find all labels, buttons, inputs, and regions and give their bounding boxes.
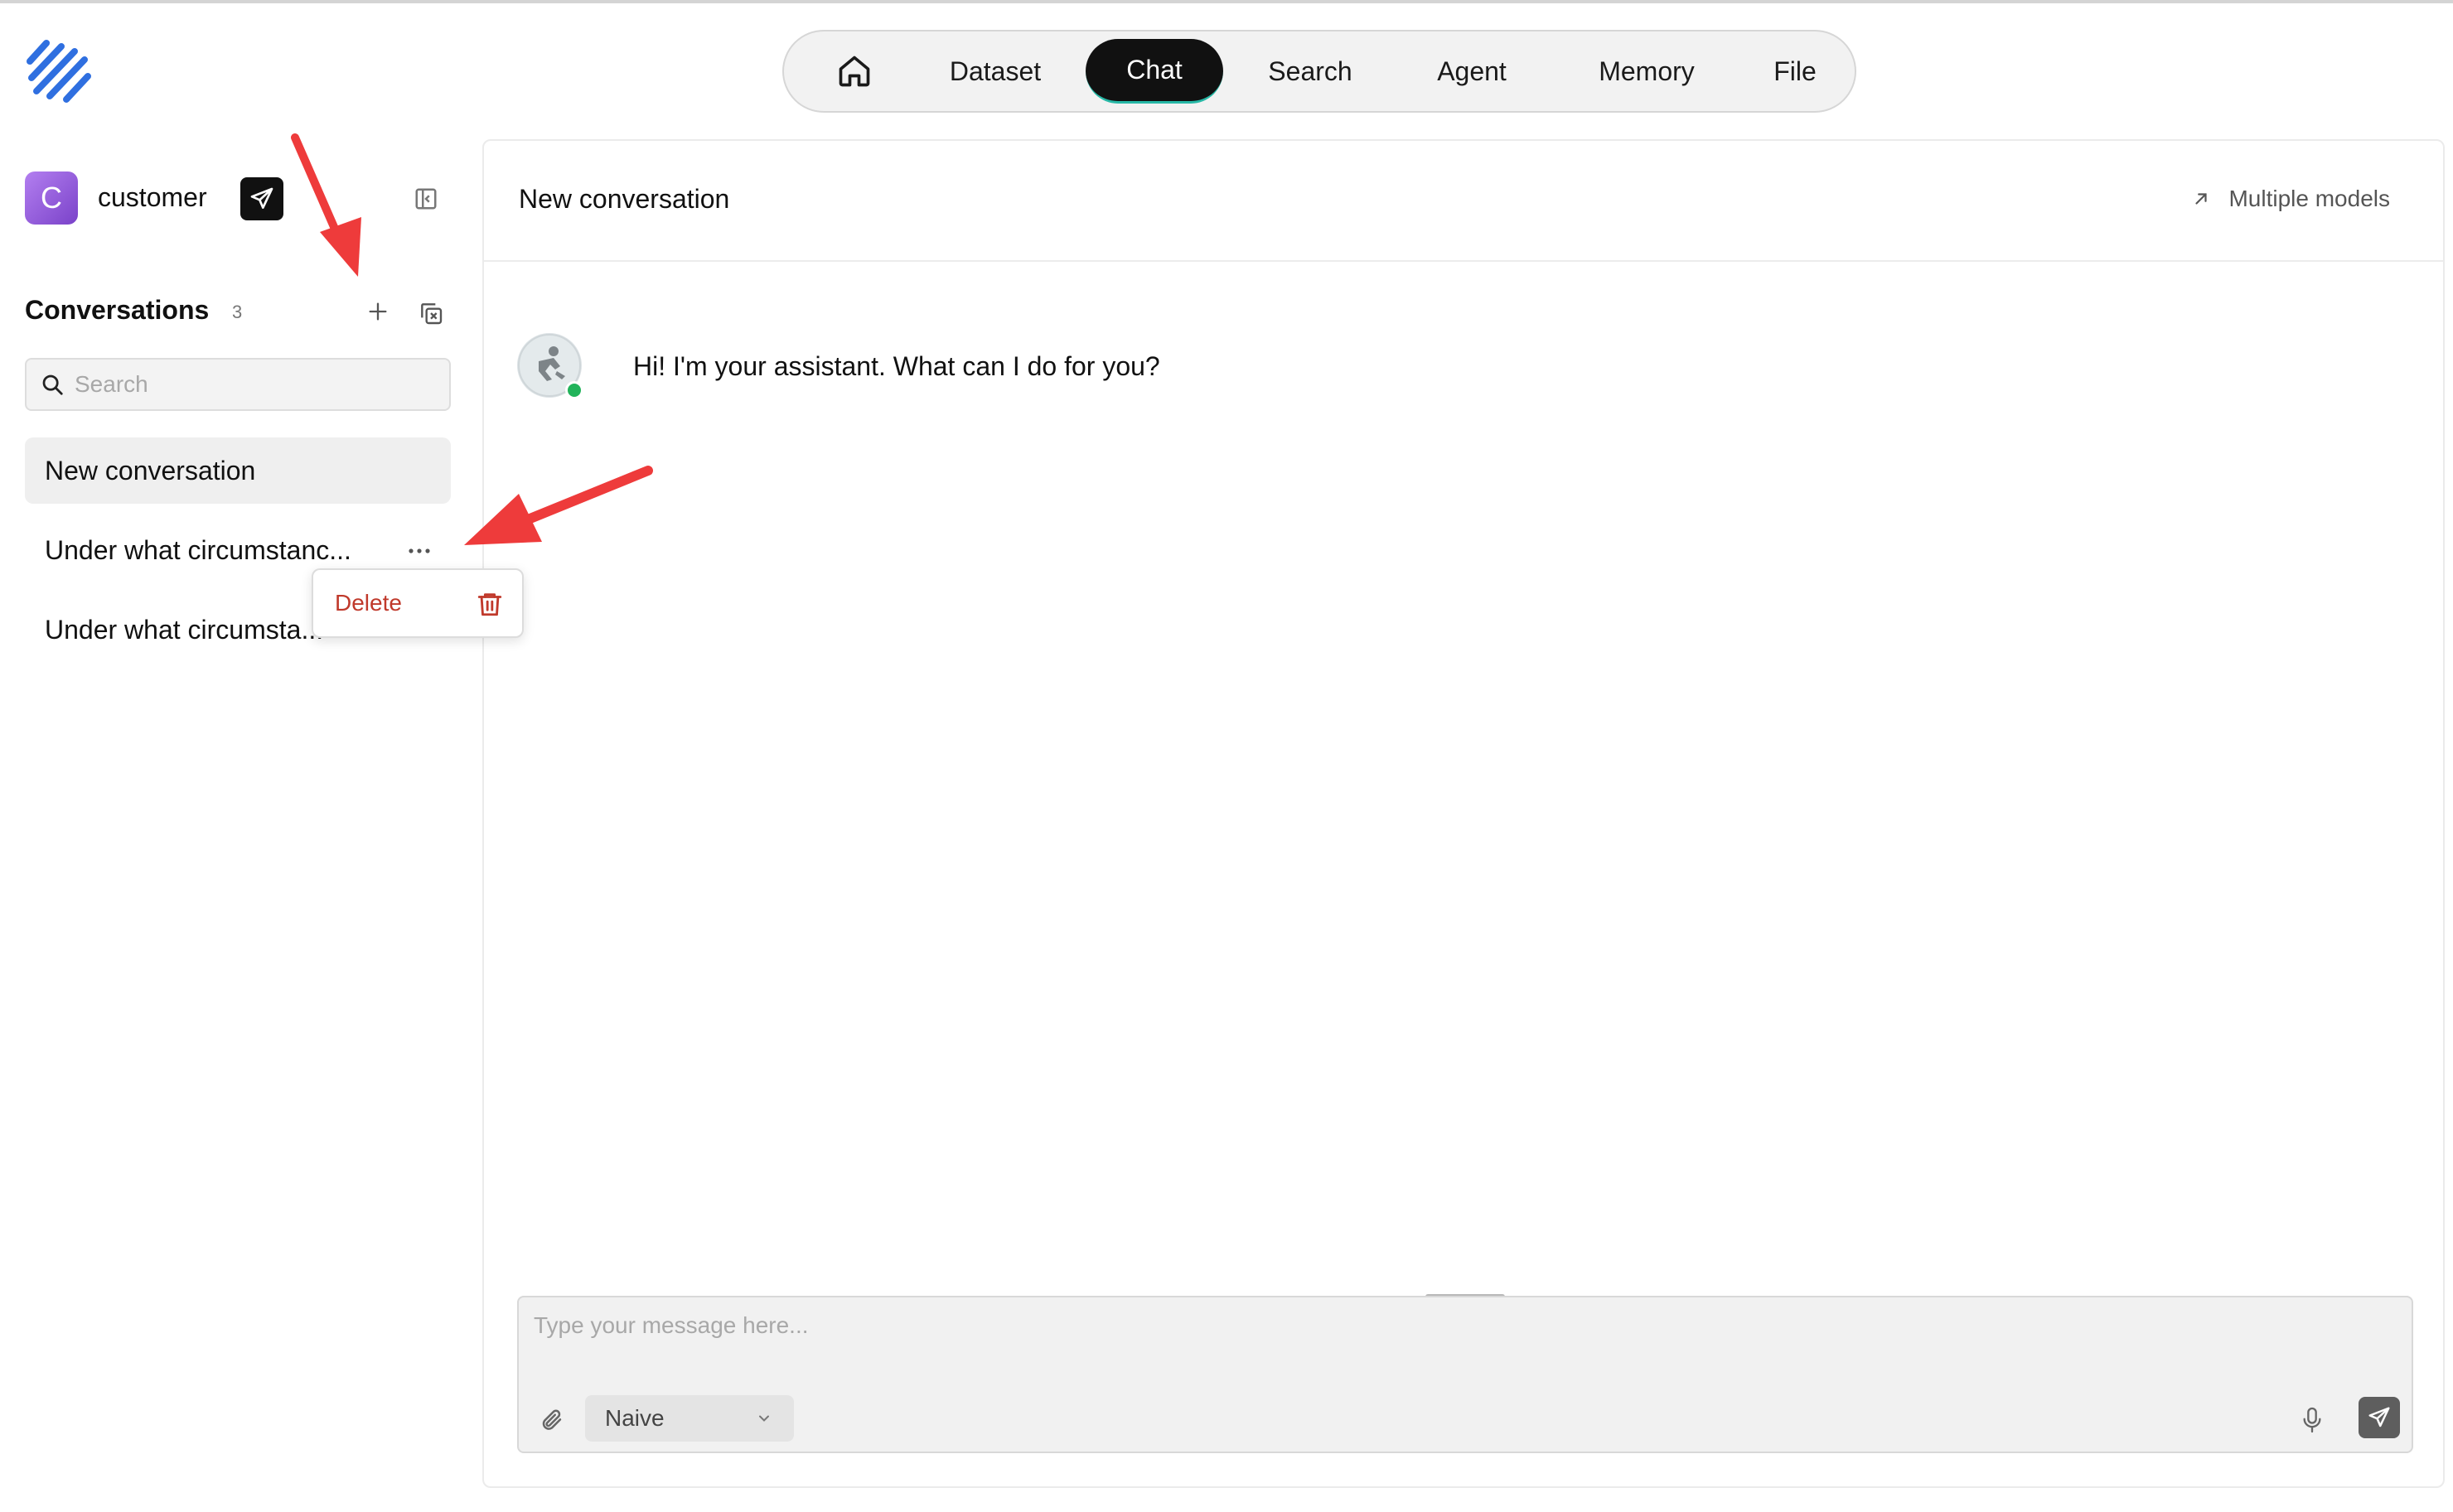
conversations-count: 3 <box>232 302 243 322</box>
chevron-down-icon <box>759 1415 769 1422</box>
voice-input-button[interactable] <box>2296 1402 2329 1438</box>
send-icon <box>2368 1407 2390 1427</box>
conversation-label: Under what circumsta... <box>45 614 324 645</box>
conversation-context-menu: Delete <box>312 568 524 638</box>
plus-icon <box>369 302 387 321</box>
new-conversation-button[interactable] <box>361 295 394 328</box>
nav-home[interactable] <box>825 39 883 104</box>
multiple-models-label: Multiple models <box>2228 186 2390 211</box>
nav-memory[interactable]: Memory <box>1576 39 1717 104</box>
search-icon <box>42 374 63 395</box>
annotation-arrow-new-conversation <box>291 133 361 277</box>
paperclip-icon <box>542 1409 562 1430</box>
batch-delete-button[interactable] <box>414 297 448 330</box>
chat-panel: New conversation Multiple models Hi! I'm… <box>482 139 2445 1488</box>
chat-header: New conversation Multiple models <box>484 141 2443 262</box>
trash-icon[interactable] <box>476 590 504 618</box>
message-composer: Naive <box>517 1296 2413 1453</box>
attach-button[interactable] <box>537 1405 567 1435</box>
assistant-message: Hi! I'm your assistant. What can I do fo… <box>633 351 1160 381</box>
conversation-item[interactable]: New conversation <box>25 437 451 504</box>
home-icon <box>839 56 870 87</box>
conversation-label: New conversation <box>45 455 256 485</box>
copy-delete-icon <box>421 303 443 325</box>
delete-menu-item[interactable]: Delete <box>335 590 402 616</box>
app-avatar: C <box>25 171 78 225</box>
app-name: customer <box>98 182 207 212</box>
search-input[interactable] <box>75 371 439 398</box>
retrieval-mode-value: Naive <box>605 1405 665 1431</box>
multiple-models-button[interactable]: Multiple models <box>2192 186 2390 212</box>
send-icon <box>250 187 273 209</box>
window-top-border <box>0 0 2453 3</box>
nav-chat[interactable]: Chat <box>1086 39 1223 104</box>
retrieval-mode-select[interactable]: Naive <box>585 1395 794 1442</box>
top-nav: Dataset Chat Search Agent Memory File <box>782 30 1856 113</box>
more-horizontal-icon <box>409 548 430 553</box>
nav-agent[interactable]: Agent <box>1414 39 1530 104</box>
conversations-title: Conversations <box>25 295 210 325</box>
arrow-up-right-icon <box>2195 193 2208 205</box>
message-input[interactable] <box>534 1312 2390 1370</box>
conversation-search <box>25 358 451 411</box>
nav-file[interactable]: File <box>1745 39 1845 104</box>
collapse-sidebar-button[interactable] <box>411 184 441 214</box>
nav-dataset[interactable]: Dataset <box>933 39 1057 104</box>
online-status-indicator <box>565 381 583 399</box>
send-message-button[interactable] <box>2359 1397 2400 1438</box>
microphone-icon <box>2303 1407 2321 1433</box>
conversation-label: Under what circumstanc... <box>45 534 351 565</box>
panel-collapse-icon <box>415 188 437 210</box>
conversation-more-button[interactable] <box>403 539 436 563</box>
nav-search[interactable]: Search <box>1248 39 1372 104</box>
app-logo[interactable] <box>25 36 94 106</box>
share-button[interactable] <box>240 177 283 220</box>
conversation-title: New conversation <box>519 184 730 214</box>
